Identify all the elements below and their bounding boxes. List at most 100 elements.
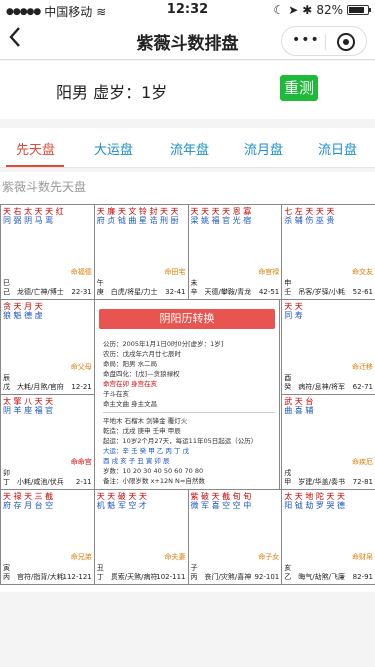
birth-info-line: 岁数：10 20 30 40 50 60 70 80	[103, 467, 204, 475]
palace-branch: 子 丙	[190, 564, 198, 581]
capsule-divider	[325, 34, 326, 50]
palace-gods: 天德/攀鞍/青龙	[204, 288, 252, 296]
palace-stars: 太 擎 八 天 天阴 羊 座 福 官	[3, 397, 89, 415]
star-row: 天 天 破 天 天	[96, 492, 147, 501]
birth-info-line: 农历：戊戌年六月廿七辰时	[103, 350, 181, 358]
moon-icon: ☾	[273, 3, 285, 17]
palace-cell[interactable]: 七 左 天 天 天杀 辅 伤 巫 贵命交友申 壬吊客/岁驿/小耗 52-61	[281, 204, 375, 300]
palace-cell[interactable]: 天 天 天 天 恩 寡梁 姚 福 官 光 宿命官禄未 辛天德/攀鞍/青龙 42-5…	[187, 204, 283, 300]
palace-ages: 42-51	[258, 288, 280, 296]
palace-ages: 102-111	[156, 573, 186, 581]
palace-cell[interactable]: 紫 破 天 截 旬 旬微 军 喜 空 空 中命子女子 丙丧门/灾煞/喜神 92-1…	[187, 489, 283, 585]
palace-ages: 2-11	[75, 478, 92, 486]
tab-day[interactable]: 流日盘	[318, 139, 357, 158]
palace-name: 命父母	[70, 363, 92, 371]
palace-stars: 太 天 地 陀 天 天阳 钺 劫 罗 哭 德	[284, 492, 370, 510]
location-icon: ➤	[288, 3, 299, 17]
palace-branch: 亥 乙	[284, 564, 292, 581]
palace-cell[interactable]: 武 天 台曲 喜 辅命疾厄戌 甲岁建/华盖/奏书 72-81	[281, 394, 375, 490]
palace-name: 命财帛	[352, 553, 373, 561]
star-row: 天 廉 天 文 铃 封 天 天	[96, 207, 179, 216]
palace-branch: 戌 甲	[284, 469, 292, 486]
birth-info-line: 命主文曲 身主文昌	[103, 400, 158, 408]
palace-gods: 丧门/灾煞/喜神	[204, 573, 252, 581]
palace-grid: 阴阳历转换 公历：2005年1月1日0时0分[虚岁：1岁] 农历：戊戌年六月廿七辰…	[0, 204, 375, 585]
info-row: 阳男 虚岁：1岁 重测	[0, 61, 375, 119]
palace-branch: 卯 丁	[3, 469, 10, 486]
palace-cell[interactable]: 天 禄 天 三 截府 存 月 台 空命兄弟寅 丙官符/指背/大耗 112-121	[0, 489, 95, 585]
tab-decade[interactable]: 大运盘	[94, 139, 133, 158]
palace-name: 命疾厄	[352, 458, 373, 466]
tab-year[interactable]: 流年盘	[170, 139, 209, 158]
palace-branch: 寅 丙	[3, 564, 10, 581]
star-row: 太 擎 八 天 天	[3, 397, 54, 406]
divider	[103, 412, 275, 413]
palace-name: 命官禄	[258, 268, 280, 276]
palace-footer: 巳 己龙德/亡神/博士 22-31	[3, 279, 92, 297]
palace-ages: 32-41	[165, 288, 186, 296]
palace-cell[interactable]: 天 天 破 天 天机 魁 军 空 才命夫妻丑 丁贯索/天煞/病符 102-111	[93, 489, 189, 585]
star-row: 同 弼 阴 马 鸾	[3, 216, 54, 225]
star-row: 紫 破 天 截 旬 旬	[190, 492, 252, 501]
chart-heading: 紫薇斗数先天盘	[2, 180, 87, 194]
tab-innate[interactable]: 先天盘	[16, 139, 55, 158]
palace-ages: 22-31	[71, 288, 92, 296]
palace-footer: 卯 丁小耗/咸池/伏兵 2-11	[3, 469, 92, 487]
star-row: 武 天 台	[284, 397, 314, 406]
bluetooth-icon: ✱	[302, 3, 313, 17]
palace-cell[interactable]: 天 右 太 天 天 红同 弼 阴 马 鸾命福德巳 己龙德/亡神/博士 22-31	[0, 204, 95, 300]
palace-name: 命田宅	[164, 268, 186, 276]
palace-ages: 52-61	[352, 288, 373, 296]
palace-branch: 辰 戊	[3, 374, 10, 391]
more-button[interactable]: •••	[292, 32, 320, 48]
palace-gods: 小耗/咸池/伏兵	[17, 478, 64, 486]
palace-cell[interactable]: 天 天同 寿命迁移酉 癸病符/息神/将军 62-71	[281, 299, 375, 395]
close-button[interactable]	[337, 33, 355, 51]
gender-age-label: 阳男 虚岁：1岁	[56, 83, 168, 102]
palace-footer: 酉 癸病符/息神/将军 62-71	[284, 374, 373, 392]
birth-info-line: 命宫在卯 身宫在亥	[103, 380, 158, 388]
star-row: 天 禄 天 三 截	[3, 492, 54, 501]
palace-footer: 辰 戊大耗/月煞/官府 12-21	[3, 374, 92, 392]
birth-info-line: 子斗在亥	[103, 390, 129, 398]
calendar-convert-button[interactable]: 阴阳历转换	[99, 309, 275, 329]
palace-stars: 天 右 太 天 天 红同 弼 阴 马 鸾	[3, 207, 89, 225]
retest-button[interactable]: 重测	[280, 75, 318, 101]
star-row: 梁 姚 福 官 光 宿	[190, 216, 252, 225]
palace-gods: 官符/指背/大耗	[17, 573, 64, 581]
birth-info-line: 命局：阳男 水二局	[103, 360, 158, 368]
star-row: 狼 魁 德 虚	[3, 311, 43, 320]
palace-cell[interactable]: 太 天 地 陀 天 天阳 钺 劫 罗 哭 德命财帛亥 乙晦气/劫煞/飞廉 82-9…	[281, 489, 375, 585]
mini-program-capsule: •••	[281, 26, 367, 56]
palace-cell[interactable]: 贪 天 月 天狼 魁 德 虚命父母辰 戊大耗/月煞/官府 12-21	[0, 299, 95, 395]
birth-info-line: 乾造：戊戌 庚申 壬申 甲辰	[103, 427, 181, 435]
star-row: 府 存 月 台 空	[3, 501, 54, 510]
palace-cell[interactable]: 天 廉 天 文 铃 封 天 天府 贞 钺 曲 星 诰 刑 厨命田宅午 庚白虎/将…	[93, 204, 189, 300]
palace-ages: 92-101	[254, 573, 280, 581]
star-row: 同 寿	[284, 311, 303, 320]
status-right: ☾ ➤ ✱ 82%	[273, 3, 371, 17]
palace-name: 命子女	[258, 553, 280, 561]
palace-gods: 岁建/华盖/奏书	[298, 478, 345, 486]
palace-stars: 天 天同 寿	[284, 302, 370, 320]
palace-stars: 紫 破 天 截 旬 旬微 军 喜 空 空 中	[191, 492, 277, 510]
palace-stars: 天 天 天 天 恩 寡梁 姚 福 官 光 宿	[191, 207, 277, 225]
palace-cell[interactable]: 太 擎 八 天 天阴 羊 座 福 官命命宫卯 丁小耗/咸池/伏兵 2-11	[0, 394, 95, 490]
tab-month[interactable]: 流月盘	[244, 139, 283, 158]
palace-gods: 晦气/劫煞/飞廉	[298, 573, 345, 581]
palace-gods: 病符/息神/将军	[298, 383, 345, 391]
palace-footer: 亥 乙晦气/劫煞/飞廉 82-91	[284, 564, 373, 582]
palace-ages: 112-121	[62, 573, 92, 581]
star-row: 微 军 喜 空 空 中	[190, 501, 252, 510]
chart-tabs: 先天盘 大运盘 流年盘 流月盘 流日盘	[0, 128, 375, 168]
palace-gods: 龙德/亡神/博士	[17, 288, 64, 296]
active-tab-indicator	[6, 165, 64, 167]
center-info-box: 阴阳历转换 公历：2005年1月1日0时0分[虚岁：1岁] 农历：戊戌年六月廿七辰…	[94, 298, 280, 490]
palace-branch: 未 辛	[190, 279, 198, 296]
star-row: 太 天 地 陀 天 天	[284, 492, 345, 501]
palace-footer: 子 丙丧门/灾煞/喜神 92-101	[191, 564, 280, 582]
palace-name: 命兄弟	[70, 553, 92, 561]
star-row: 贪 天 月 天	[3, 302, 43, 311]
status-bar: ●●●●● 中国移动 ≋ 12:32 ☾ ➤ ✱ 82%	[0, 0, 375, 20]
birth-info-line: 酉 戌 亥 子 丑 寅 卯 辰	[103, 457, 170, 465]
